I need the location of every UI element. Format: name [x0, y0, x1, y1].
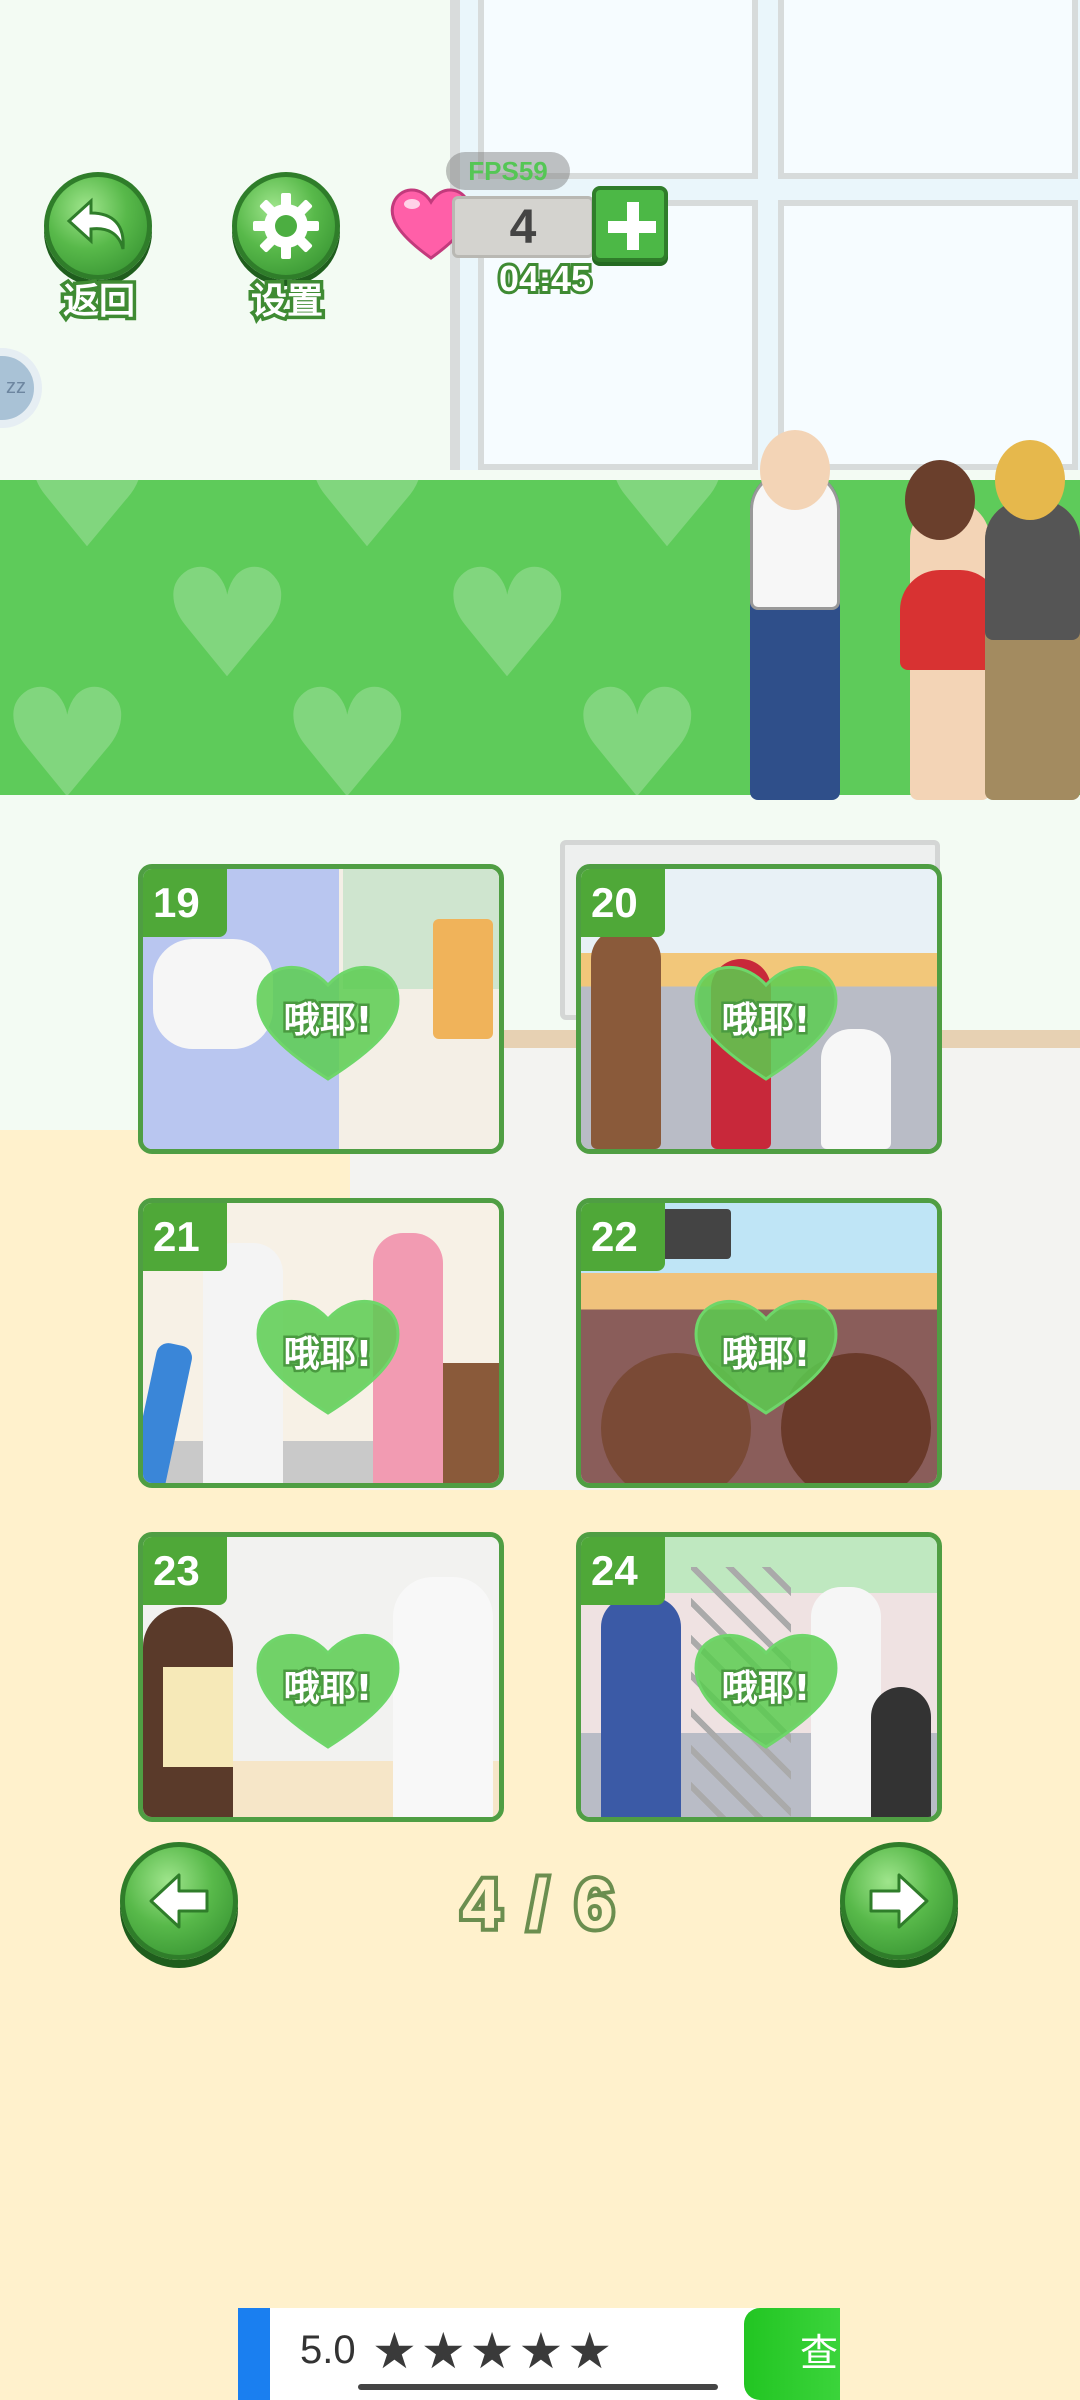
- add-lives-button[interactable]: [592, 186, 668, 262]
- back-label[interactable]: 返回: [34, 272, 164, 326]
- page-indicator: 4 / 6: [458, 1861, 619, 1947]
- prev-page-button[interactable]: [120, 1842, 238, 1960]
- lives-timer: 04:45: [496, 255, 594, 302]
- ad-rating: 5.0: [300, 2328, 356, 2372]
- completed-badge: 哦耶!: [281, 1332, 374, 1378]
- level-card-21[interactable]: 21 哦耶!: [138, 1198, 504, 1488]
- ad-stripe: [238, 2308, 270, 2400]
- right-arrow-icon: [869, 1873, 929, 1929]
- settings-label[interactable]: 设置: [222, 272, 352, 326]
- completed-badge: 哦耶!: [719, 1666, 812, 1712]
- completed-badge: 哦耶!: [719, 1332, 812, 1378]
- level-number: 20: [581, 869, 665, 937]
- scene-characters: [730, 430, 1080, 840]
- ad-stars: ★★★★★: [372, 2322, 617, 2380]
- level-number: 24: [581, 1537, 665, 1605]
- ad-cta-button[interactable]: 查: [744, 2308, 840, 2400]
- back-arrow-icon: [66, 197, 125, 250]
- gear-icon: [253, 193, 319, 259]
- lives-count: 4: [452, 196, 594, 258]
- level-card-20[interactable]: 20 哦耶!: [576, 864, 942, 1154]
- level-card-19[interactable]: 19 哦耶!: [138, 864, 504, 1154]
- completed-badge: 哦耶!: [719, 998, 812, 1044]
- back-button[interactable]: [44, 172, 152, 280]
- ad-banner[interactable]: 5.0 ★★★★★ 查: [238, 2308, 840, 2400]
- left-arrow-icon: [149, 1873, 209, 1929]
- level-number: 21: [143, 1203, 227, 1271]
- ad-divider: [358, 2384, 718, 2390]
- level-card-24[interactable]: 24 哦耶!: [576, 1532, 942, 1822]
- level-card-23[interactable]: 23 哦耶!: [138, 1532, 504, 1822]
- completed-badge: 哦耶!: [281, 998, 374, 1044]
- completed-badge: 哦耶!: [281, 1666, 374, 1712]
- level-number: 22: [581, 1203, 665, 1271]
- level-card-22[interactable]: 22 哦耶!: [576, 1198, 942, 1488]
- level-number: 23: [143, 1537, 227, 1605]
- next-page-button[interactable]: [840, 1842, 958, 1960]
- settings-button[interactable]: [232, 172, 340, 280]
- level-number: 19: [143, 869, 227, 937]
